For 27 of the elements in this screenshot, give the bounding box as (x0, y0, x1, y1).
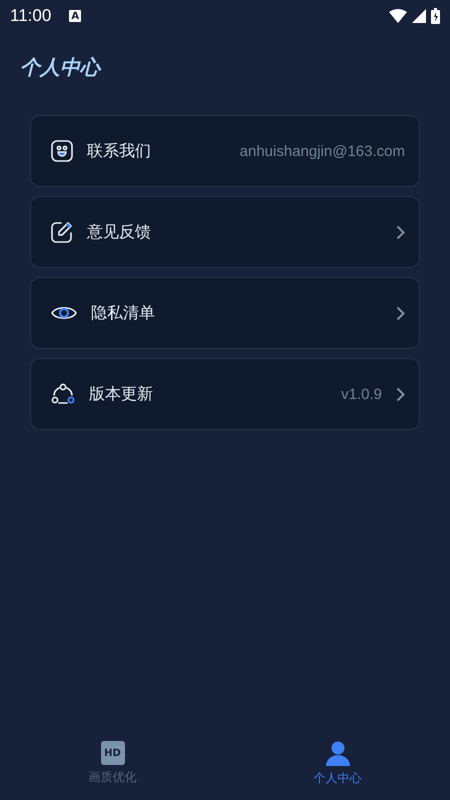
menu-value: v1.0.9 (341, 386, 382, 402)
smiley-icon (51, 140, 73, 162)
menu-label: 隐私清单 (91, 302, 155, 324)
chevron-right-icon (396, 224, 405, 240)
eye-icon (51, 304, 77, 322)
menu-label: 版本更新 (89, 384, 153, 404)
menu-label: 联系我们 (87, 140, 151, 162)
menu-item[interactable]: 联系我们 anhuishangjin@163.com (30, 115, 420, 187)
menu-value: anhuishangjin@163.com (240, 142, 405, 160)
share-nodes-icon (51, 383, 75, 405)
menu-item[interactable]: 意见反馈 (30, 196, 420, 268)
menu-item[interactable]: 版本更新 v1.0.9 (30, 358, 420, 430)
wifi-icon (389, 9, 407, 23)
menu-item[interactable]: 隐私清单 (30, 277, 420, 349)
status-time: 11:00 (10, 6, 52, 26)
nav-tab[interactable]: HD 画质优化 (0, 736, 225, 800)
chevron-right-icon (396, 306, 405, 320)
notification-icon: A (69, 10, 82, 22)
nav-tab[interactable]: 个人中心 (225, 736, 450, 800)
menu-label: 意见反馈 (87, 222, 151, 242)
edit-icon (51, 221, 73, 243)
hd-icon: HD (100, 741, 124, 765)
person-icon (324, 741, 350, 766)
chevron-right-icon (396, 386, 405, 402)
page-title: 个人中心 (20, 54, 100, 81)
signal-icon (412, 9, 426, 23)
battery-icon (431, 8, 440, 24)
